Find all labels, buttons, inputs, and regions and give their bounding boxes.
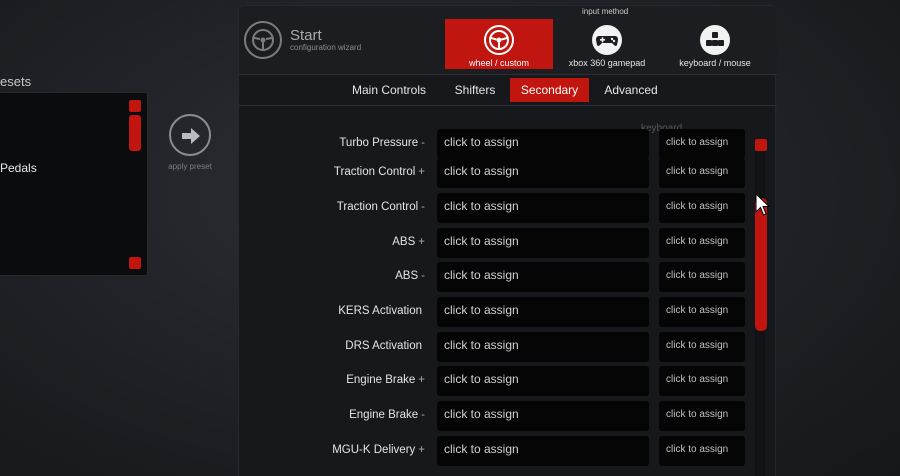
- binding-label: DRS Activation: [345, 340, 422, 352]
- binding-label: MGU-K Delivery +: [332, 444, 425, 456]
- assign-keyboard-field[interactable]: click to assign: [659, 193, 745, 223]
- binding-row: Engine Brake + click to assign click to a…: [239, 366, 777, 396]
- presets-title: esets: [0, 74, 32, 89]
- assign-keyboard-field[interactable]: click to assign: [659, 158, 745, 188]
- binding-row: Engine Brake - click to assign click to a…: [239, 401, 777, 431]
- assign-controller-field[interactable]: click to assign: [437, 228, 649, 258]
- assign-keyboard-field[interactable]: click to assign: [659, 297, 745, 327]
- assign-keyboard-field[interactable]: click to assign: [659, 436, 745, 466]
- binding-label: Turbo Pressure -: [339, 137, 425, 149]
- assign-controller-field[interactable]: click to assign: [437, 158, 649, 188]
- app-root: esets Pedals apply preset Start configur…: [0, 0, 900, 476]
- binding-label: Traction Control -: [336, 201, 425, 213]
- binding-row: DRS Activation click to assign click to …: [239, 332, 777, 362]
- binding-row: ABS + click to assign click to assign: [239, 228, 777, 258]
- presets-scroll-down-button[interactable]: [129, 257, 141, 269]
- assign-keyboard-field[interactable]: click to assign: [659, 129, 745, 159]
- binding-label: Engine Brake +: [346, 374, 425, 386]
- binding-row: Traction Control + click to assign click …: [239, 158, 777, 188]
- assign-controller-field[interactable]: click to assign: [437, 332, 649, 362]
- assign-keyboard-field[interactable]: click to assign: [659, 401, 745, 431]
- mouse-cursor-icon: [755, 192, 771, 222]
- assign-controller-field[interactable]: click to assign: [437, 401, 649, 431]
- assign-controller-field[interactable]: click to assign: [437, 262, 649, 292]
- controls-window: Start configuration wizard input method …: [238, 5, 777, 476]
- binding-row: KERS Activation click to assign click to…: [239, 297, 777, 327]
- assign-keyboard-field[interactable]: click to assign: [659, 332, 745, 362]
- binding-row: ABS - click to assign click to assign: [239, 262, 777, 292]
- apply-preset-label: apply preset: [168, 162, 212, 171]
- bindings-list: Turbo Pressure - click to assign click to…: [239, 6, 777, 476]
- binding-label: Traction Control +: [333, 166, 425, 178]
- bindings-scroll-up-button[interactable]: [755, 139, 767, 151]
- binding-label: Engine Brake -: [349, 409, 425, 421]
- assign-keyboard-field[interactable]: click to assign: [659, 262, 745, 292]
- binding-label: ABS +: [392, 236, 425, 248]
- preset-item-pedals[interactable]: Pedals: [0, 161, 37, 175]
- assign-controller-field[interactable]: click to assign: [437, 366, 649, 396]
- presets-scrollbar-thumb[interactable]: [129, 115, 141, 151]
- binding-row: MGU-K Delivery + click to assign click to…: [239, 436, 777, 466]
- presets-list[interactable]: Pedals: [0, 92, 148, 276]
- assign-keyboard-field[interactable]: click to assign: [659, 366, 745, 396]
- assign-controller-field[interactable]: click to assign: [437, 129, 649, 159]
- apply-preset-button[interactable]: apply preset: [166, 114, 214, 171]
- binding-label: ABS -: [395, 270, 425, 282]
- assign-controller-field[interactable]: click to assign: [437, 193, 649, 223]
- assign-keyboard-field[interactable]: click to assign: [659, 228, 745, 258]
- arrow-right-icon: [169, 114, 211, 156]
- assign-controller-field[interactable]: click to assign: [437, 436, 649, 466]
- assign-controller-field[interactable]: click to assign: [437, 297, 649, 327]
- binding-label: KERS Activation: [338, 305, 422, 317]
- binding-row: Traction Control - click to assign click …: [239, 193, 777, 223]
- binding-row: Turbo Pressure - click to assign click to…: [239, 129, 777, 159]
- presets-scroll-up-button[interactable]: [129, 100, 141, 112]
